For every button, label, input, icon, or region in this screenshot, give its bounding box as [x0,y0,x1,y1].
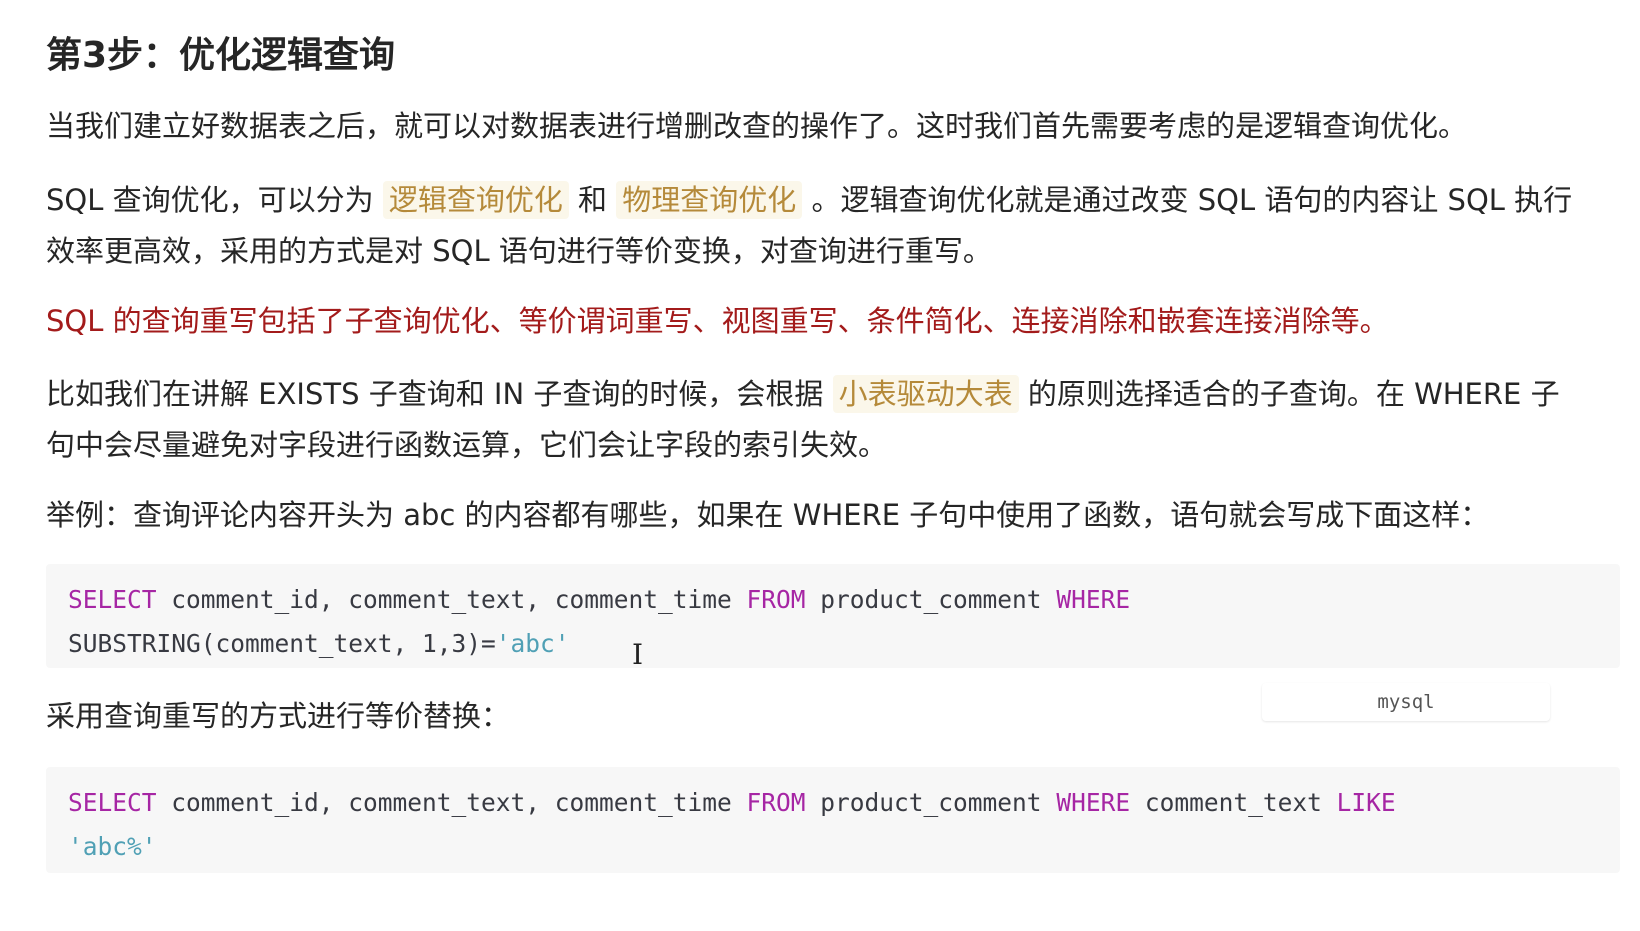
paragraph-example: 举例：查询评论内容开头为 abc 的内容都有哪些，如果在 WHERE 子句中使用… [46,498,1490,532]
paragraph-subquery: 比如我们在讲解 EXISTS 子查询和 IN 子查询的时候，会根据 小表驱动大表… [46,369,1620,471]
code-language-tag[interactable]: mysql [1262,683,1550,721]
text-cursor-icon: I [632,638,644,671]
highlight-small-table-drives-large: 小表驱动大表 [832,375,1019,413]
code-text: comment_text [1130,788,1337,817]
code-text: product_comment [805,585,1057,614]
code-block-function[interactable]: SELECT comment_id, comment_text, comment… [46,564,1620,668]
paragraph-text: 。逻辑查询优化就是通过改变 SQL 语句的内容让 SQL 执行 [802,183,1573,217]
paragraph-optimization-types: SQL 查询优化，可以分为 逻辑查询优化 和 物理查询优化 。逻辑查询优化就是通… [46,175,1620,277]
code-string: 'abc%' [68,832,157,861]
code-block-like[interactable]: SELECT comment_id, comment_text, comment… [46,767,1620,873]
code-text: SUBSTRING(comment_text, 1,3)= [68,629,496,658]
code-keyword: SELECT [68,585,157,614]
code-string: 'abc' [495,629,570,658]
paragraph-rewrite-list: SQL 的查询重写包括了子查询优化、等价谓词重写、视图重写、条件简化、连接消除和… [46,304,1389,338]
highlight-physical-optimization: 物理查询优化 [616,181,803,219]
code-keyword: SELECT [68,788,157,817]
code-keyword: FROM [746,788,806,817]
code-keyword: LIKE [1336,788,1396,817]
code-keyword: FROM [746,585,806,614]
paragraph-text: SQL 查询优化，可以分为 [46,183,383,217]
paragraph-text: 比如我们在讲解 EXISTS 子查询和 IN 子查询的时候，会根据 [46,377,833,411]
code-keyword: WHERE [1056,585,1131,614]
paragraph-text: 效率更高效，采用的方式是对 SQL 语句进行等价变换，对查询进行重写。 [46,234,992,268]
paragraph-text: 句中会尽量避免对字段进行函数运算，它们会让字段的索引失效。 [46,428,888,462]
section-heading: 第3步：优化逻辑查询 [46,35,396,76]
paragraph-text: 和 [568,183,617,217]
paragraph-intro: 当我们建立好数据表之后，就可以对数据表进行增删改查的操作了。这时我们首先需要考虑… [46,109,1468,143]
code-text: product_comment [805,788,1057,817]
code-text: comment_id, comment_text, comment_time [156,585,747,614]
paragraph-text: 的原则选择适合的子查询。在 WHERE 子 [1018,377,1560,411]
code-keyword: WHERE [1056,788,1131,817]
code-text: comment_id, comment_text, comment_time [156,788,747,817]
highlight-logical-optimization: 逻辑查询优化 [382,181,569,219]
